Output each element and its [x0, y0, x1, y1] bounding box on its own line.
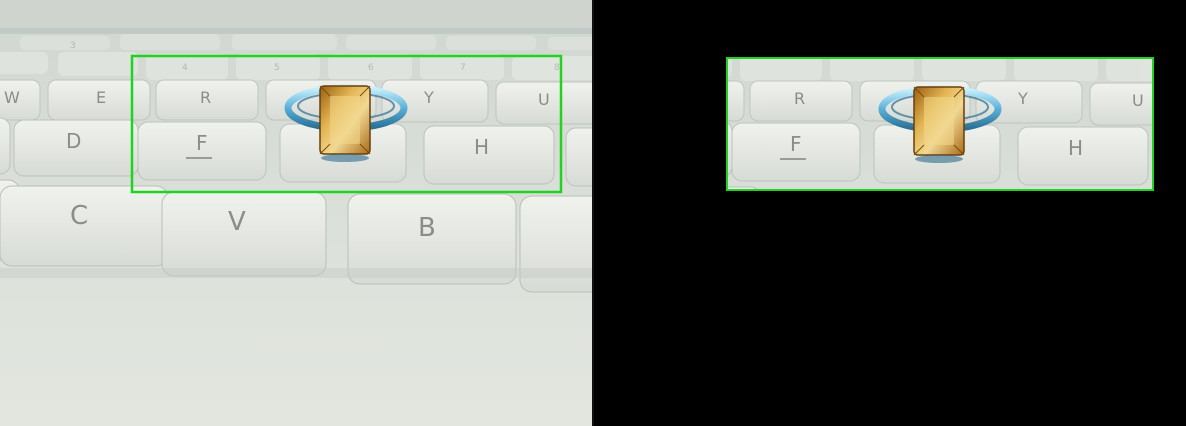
key-label-h: H: [474, 135, 489, 159]
key-label-n4: 4: [182, 63, 188, 73]
key-label-n5: 5: [274, 63, 280, 73]
key-label-v: V: [228, 207, 246, 237]
key-label-e: E: [96, 88, 106, 107]
key-label-n7: 7: [460, 63, 466, 73]
key-label-u: U: [538, 90, 550, 109]
key-label-n8: 8: [554, 63, 560, 73]
cropped-detection-view: R Y U F H: [726, 57, 1154, 191]
key-label-d: D: [66, 129, 81, 153]
key-label-n6: 6: [368, 63, 374, 73]
crop-border: [726, 57, 1154, 191]
key-label-b: B: [418, 213, 436, 243]
key-label-y: Y: [423, 88, 434, 107]
key-label-w: W: [4, 88, 20, 107]
keyboard-photo: 3 4 5 6 7 8 W E R T Y U D F G H C V B: [0, 0, 592, 426]
key-label-f: F: [196, 131, 208, 155]
key-label-r: R: [200, 88, 211, 107]
key-label-n3: 3: [70, 41, 76, 51]
keyboard-photo-image: 3 4 5 6 7 8 W E R T Y U D F G H C V B: [0, 0, 592, 426]
key-label-c: C: [70, 201, 88, 231]
